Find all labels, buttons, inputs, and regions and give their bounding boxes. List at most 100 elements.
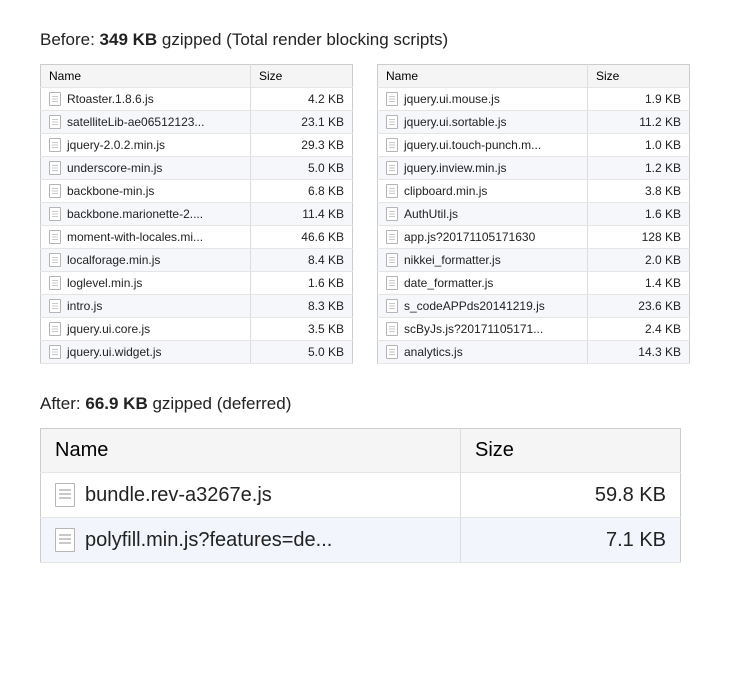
file-name: jquery.ui.widget.js bbox=[67, 345, 162, 359]
file-name: jquery-2.0.2.min.js bbox=[67, 138, 165, 152]
file-name-cell: backbone-min.js bbox=[41, 180, 251, 203]
table-row[interactable]: date_formatter.js 1.4 KB bbox=[378, 272, 690, 295]
before-right-table: Name Size jquery.ui.mouse.js1.9 KBjquery… bbox=[377, 64, 690, 364]
file-size-cell: 2.4 KB bbox=[588, 318, 690, 341]
after-size: 66.9 KB bbox=[85, 394, 147, 413]
table-row[interactable]: satelliteLib-ae06512123...23.1 KB bbox=[41, 111, 353, 134]
table-row[interactable]: jquery.ui.widget.js5.0 KB bbox=[41, 341, 353, 364]
file-size-cell: 3.5 KB bbox=[251, 318, 353, 341]
file-icon bbox=[49, 184, 61, 198]
table-row[interactable]: intro.js8.3 KB bbox=[41, 295, 353, 318]
file-name-cell: jquery.inview.min.js bbox=[378, 157, 588, 180]
file-size-cell: 4.2 KB bbox=[251, 88, 353, 111]
table-row[interactable]: clipboard.min.js 3.8 KB bbox=[378, 180, 690, 203]
col-size[interactable]: Size bbox=[588, 65, 690, 88]
file-size-cell: 59.8 KB bbox=[461, 473, 681, 518]
file-name: satelliteLib-ae06512123... bbox=[67, 115, 204, 129]
file-name-cell: jquery.ui.core.js bbox=[41, 318, 251, 341]
file-icon bbox=[386, 161, 398, 175]
file-icon bbox=[49, 115, 61, 129]
table-row[interactable]: jquery.ui.sortable.js 11.2 KB bbox=[378, 111, 690, 134]
file-name: loglevel.min.js bbox=[67, 276, 142, 290]
file-name: jquery.ui.sortable.js bbox=[404, 115, 507, 129]
file-icon bbox=[386, 138, 398, 152]
table-row[interactable]: jquery.inview.min.js1.2 KB bbox=[378, 157, 690, 180]
file-size-cell: 14.3 KB bbox=[588, 341, 690, 364]
file-name-cell: jquery.ui.sortable.js bbox=[378, 111, 588, 134]
file-icon bbox=[55, 483, 75, 507]
col-size[interactable]: Size bbox=[461, 429, 681, 473]
file-size-cell: 2.0 KB bbox=[588, 249, 690, 272]
file-name: clipboard.min.js bbox=[404, 184, 487, 198]
before-size: 349 KB bbox=[100, 30, 158, 49]
file-name-cell: localforage.min.js bbox=[41, 249, 251, 272]
table-row[interactable]: scByJs.js?20171105171...2.4 KB bbox=[378, 318, 690, 341]
before-tables: Name Size Rtoaster.1.8.6.js4.2 KBsatelli… bbox=[40, 64, 690, 364]
file-name: moment-with-locales.mi... bbox=[67, 230, 203, 244]
file-name-cell: app.js?20171105171630 bbox=[378, 226, 588, 249]
after-suffix: gzipped (deferred) bbox=[148, 394, 292, 413]
file-name: jquery.ui.touch-punch.m... bbox=[404, 138, 541, 152]
table-row[interactable]: AuthUtil.js1.6 KB bbox=[378, 203, 690, 226]
before-left-table: Name Size Rtoaster.1.8.6.js4.2 KBsatelli… bbox=[40, 64, 353, 364]
file-name: localforage.min.js bbox=[67, 253, 160, 267]
file-name: backbone-min.js bbox=[67, 184, 154, 198]
file-icon bbox=[49, 322, 61, 336]
file-size-cell: 8.4 KB bbox=[251, 249, 353, 272]
file-size-cell: 5.0 KB bbox=[251, 157, 353, 180]
col-size[interactable]: Size bbox=[251, 65, 353, 88]
file-name-cell: analytics.js bbox=[378, 341, 588, 364]
table-row[interactable]: Rtoaster.1.8.6.js4.2 KB bbox=[41, 88, 353, 111]
file-name-cell: polyfill.min.js?features=de... bbox=[41, 518, 461, 563]
table-row[interactable]: localforage.min.js 8.4 KB bbox=[41, 249, 353, 272]
file-name-cell: jquery.ui.widget.js bbox=[41, 341, 251, 364]
file-size-cell: 7.1 KB bbox=[461, 518, 681, 563]
table-row[interactable]: jquery.ui.touch-punch.m...1.0 KB bbox=[378, 134, 690, 157]
col-name[interactable]: Name bbox=[378, 65, 588, 88]
col-name[interactable]: Name bbox=[41, 429, 461, 473]
table-row[interactable]: polyfill.min.js?features=de... 7.1 KB bbox=[41, 518, 681, 563]
file-icon bbox=[49, 276, 61, 290]
table-row[interactable]: underscore-min.js5.0 KB bbox=[41, 157, 353, 180]
table-row[interactable]: analytics.js 14.3 KB bbox=[378, 341, 690, 364]
table-row[interactable]: jquery-2.0.2.min.js 29.3 KB bbox=[41, 134, 353, 157]
file-icon bbox=[386, 230, 398, 244]
file-name-cell: scByJs.js?20171105171... bbox=[378, 318, 588, 341]
after-table: Name Size bundle.rev-a3267e.js59.8 KBpol… bbox=[40, 428, 681, 563]
col-name[interactable]: Name bbox=[41, 65, 251, 88]
file-name-cell: jquery.ui.touch-punch.m... bbox=[378, 134, 588, 157]
file-name-cell: nikkei_formatter.js bbox=[378, 249, 588, 272]
file-icon bbox=[49, 207, 61, 221]
file-size-cell: 1.6 KB bbox=[588, 203, 690, 226]
file-size-cell: 1.2 KB bbox=[588, 157, 690, 180]
table-row[interactable]: app.js?20171105171630128 KB bbox=[378, 226, 690, 249]
file-icon bbox=[386, 207, 398, 221]
after-caption: After: 66.9 KB gzipped (deferred) bbox=[40, 394, 690, 414]
table-row[interactable]: s_codeAPPds20141219.js23.6 KB bbox=[378, 295, 690, 318]
file-name: jquery.ui.core.js bbox=[67, 322, 150, 336]
file-name-cell: underscore-min.js bbox=[41, 157, 251, 180]
before-caption: Before: 349 KB gzipped (Total render blo… bbox=[40, 30, 690, 50]
file-name: analytics.js bbox=[404, 345, 463, 359]
file-icon bbox=[386, 299, 398, 313]
file-name-cell: jquery.ui.mouse.js bbox=[378, 88, 588, 111]
file-name: date_formatter.js bbox=[404, 276, 493, 290]
table-row[interactable]: loglevel.min.js 1.6 KB bbox=[41, 272, 353, 295]
table-row[interactable]: nikkei_formatter.js2.0 KB bbox=[378, 249, 690, 272]
table-row[interactable]: backbone.marionette-2....11.4 KB bbox=[41, 203, 353, 226]
table-row[interactable]: moment-with-locales.mi...46.6 KB bbox=[41, 226, 353, 249]
table-row[interactable]: jquery.ui.mouse.js1.9 KB bbox=[378, 88, 690, 111]
file-name: bundle.rev-a3267e.js bbox=[85, 484, 272, 507]
file-name: polyfill.min.js?features=de... bbox=[85, 529, 332, 552]
table-row[interactable]: jquery.ui.core.js 3.5 KB bbox=[41, 318, 353, 341]
file-icon bbox=[49, 299, 61, 313]
file-size-cell: 11.2 KB bbox=[588, 111, 690, 134]
file-name-cell: bundle.rev-a3267e.js bbox=[41, 473, 461, 518]
file-size-cell: 29.3 KB bbox=[251, 134, 353, 157]
file-size-cell: 1.6 KB bbox=[251, 272, 353, 295]
file-icon bbox=[386, 92, 398, 106]
table-row[interactable]: backbone-min.js6.8 KB bbox=[41, 180, 353, 203]
file-size-cell: 3.8 KB bbox=[588, 180, 690, 203]
table-row[interactable]: bundle.rev-a3267e.js 59.8 KB bbox=[41, 473, 681, 518]
file-size-cell: 1.4 KB bbox=[588, 272, 690, 295]
